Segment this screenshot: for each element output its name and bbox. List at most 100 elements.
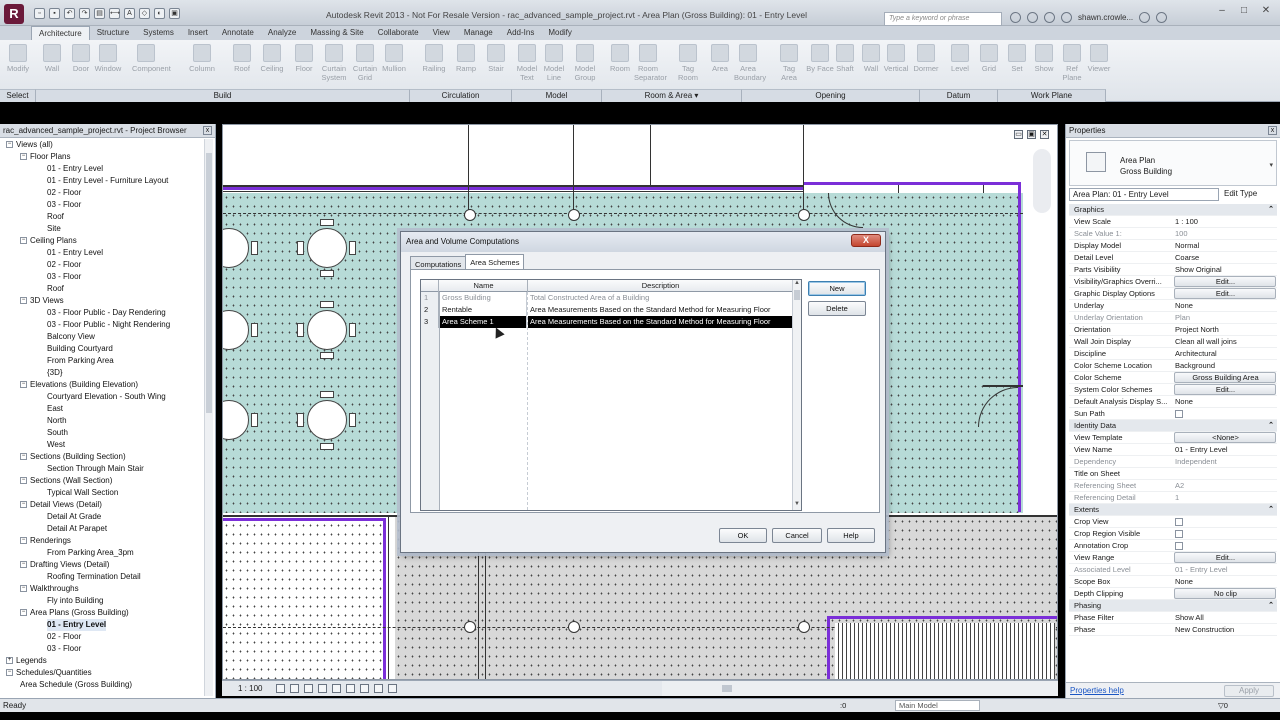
property-edit-button[interactable]: Edit... [1174, 288, 1276, 299]
property-value[interactable]: Clean all wall joins [1174, 336, 1276, 348]
help-search-input[interactable]: Type a keyword or phrase [884, 12, 1002, 26]
property-value[interactable]: 01 - Entry Level [1174, 444, 1276, 456]
tree-node-view[interactable]: North [47, 415, 67, 427]
tab-add-ins[interactable]: Add-Ins [500, 26, 542, 40]
collapse-icon[interactable]: − [20, 453, 27, 461]
property-checkbox[interactable] [1175, 530, 1183, 538]
crop-view-icon[interactable] [332, 684, 341, 693]
tool-model-group-button[interactable]: Model Group [571, 44, 599, 82]
tree-node-view[interactable]: South [47, 427, 68, 439]
tool-room-separator-button[interactable]: Room Separator [634, 44, 667, 82]
tree-node-folder[interactable]: − Ceiling Plans [20, 235, 77, 247]
tree-node-folder[interactable]: − Area Plans (Gross Building) [20, 607, 129, 619]
tree-node-view[interactable]: 03 - Floor [47, 643, 81, 655]
property-value[interactable]: Architectural [1174, 348, 1276, 360]
tab-collaborate[interactable]: Collaborate [371, 26, 426, 40]
scheme-name-cell[interactable]: Area Scheme 1 [440, 316, 527, 328]
save-icon[interactable]: ▪ [49, 8, 60, 19]
visual-style-icon[interactable] [290, 684, 299, 693]
area-boundary-line[interactable] [803, 182, 1018, 185]
collapse-icon[interactable]: − [20, 237, 27, 245]
tool-set-button[interactable]: Set [1003, 44, 1031, 73]
property-value[interactable]: 1 : 100 [1174, 216, 1276, 228]
column-header-name[interactable]: Name [440, 280, 528, 292]
tree-node-view[interactable]: From Parking Area [47, 355, 114, 367]
shadows-icon[interactable] [318, 684, 327, 693]
tree-node-view[interactable]: 03 - Floor [47, 199, 81, 211]
tree-node-view[interactable]: West [47, 439, 65, 451]
tab-manage[interactable]: Manage [457, 26, 500, 40]
tree-node-view[interactable]: 01 - Entry Level - Furniture Layout [47, 175, 168, 187]
property-checkbox[interactable] [1175, 518, 1183, 526]
collapse-icon[interactable]: − [20, 561, 27, 569]
filter-icon[interactable]: ▽0 [1218, 701, 1228, 710]
tool-stair-button[interactable]: Stair [482, 44, 510, 73]
tool-curtain-grid-button[interactable]: Curtain Grid [351, 44, 379, 82]
restore-view-icon[interactable]: ▭ [1014, 130, 1023, 139]
instance-selector[interactable]: Area Plan: 01 - Entry Level [1069, 188, 1219, 201]
property-value[interactable]: None [1174, 300, 1276, 312]
round-table[interactable] [307, 400, 347, 440]
user-icon[interactable] [1061, 12, 1072, 23]
ok-button[interactable]: OK [719, 528, 767, 543]
tree-node-view[interactable]: Roof [47, 283, 64, 295]
detail-level-icon[interactable] [276, 684, 285, 693]
tree-node-view[interactable]: 01 - Entry Level [47, 247, 103, 259]
property-edit-button[interactable]: No clip [1174, 588, 1276, 599]
section-icon[interactable]: ◐ [154, 8, 165, 19]
collapse-icon[interactable]: − [20, 537, 27, 545]
tool-column-button[interactable]: Column [188, 44, 216, 73]
close-icon[interactable]: x [203, 126, 212, 135]
view-scale[interactable]: 1 : 100 [238, 684, 262, 693]
table-row[interactable]: 2 Rentable Area Measurements Based on the … [421, 304, 793, 316]
collapse-icon[interactable]: ⌃ [1268, 504, 1274, 516]
tree-node-view[interactable]: 02 - Floor [47, 631, 81, 643]
area-boundary-line[interactable] [223, 187, 803, 190]
temporary-hide-icon[interactable] [360, 684, 369, 693]
tool-show-button[interactable]: Show [1030, 44, 1058, 73]
tab-modify[interactable]: Modify [541, 26, 579, 40]
tree-node-view[interactable]: From Parking Area_3pm [47, 547, 134, 559]
tree-node-folder[interactable]: − Renderings [20, 535, 71, 547]
tree-node-view[interactable]: Site [47, 223, 61, 235]
tree-node-view[interactable]: 03 - Floor Public - Night Rendering [47, 319, 170, 331]
collapse-icon[interactable]: − [20, 501, 27, 509]
property-group-graphics[interactable]: Graphics ⌃ [1069, 204, 1277, 216]
dropdown-arrow-icon[interactable]: ▾ [1269, 161, 1273, 169]
tool-shaft-button[interactable]: Shaft [831, 44, 859, 73]
tree-node-view[interactable]: 03 - Floor Public - Day Rendering [47, 307, 166, 319]
close-view-icon[interactable]: ✕ [1040, 130, 1049, 139]
tool-mullion-button[interactable]: Mullion [380, 44, 408, 73]
property-edit-button[interactable]: Edit... [1174, 276, 1276, 287]
area-boundary-line[interactable] [827, 616, 830, 679]
property-value[interactable]: None [1174, 396, 1276, 408]
property-edit-button[interactable]: Gross Building Area [1174, 372, 1276, 383]
expand-icon[interactable]: + [6, 657, 13, 665]
tab-architecture[interactable]: Architecture [31, 26, 90, 40]
tool-grid-button[interactable]: Grid [975, 44, 1003, 73]
property-value[interactable]: Project North [1174, 324, 1276, 336]
collapse-icon[interactable]: − [6, 669, 13, 677]
tree-node-folder[interactable]: − Schedules/Quantities [6, 667, 92, 679]
navigation-bar[interactable] [1033, 149, 1051, 213]
tool-tag-area-button[interactable]: Tag Area [775, 44, 803, 82]
scroll-up-icon[interactable]: ▲ [793, 280, 801, 289]
text-icon[interactable]: A [124, 8, 135, 19]
close-window-button[interactable]: ✕ [1256, 4, 1276, 18]
scroll-thumb[interactable] [722, 685, 732, 692]
tool-tag-room-button[interactable]: Tag Room [674, 44, 702, 82]
tool-area-button[interactable]: Area [706, 44, 734, 73]
tree-node-view[interactable]: Roofing Termination Detail [47, 571, 141, 583]
help-icon[interactable] [1156, 12, 1168, 23]
tree-node-view[interactable]: {3D} [47, 367, 63, 379]
tab-analyze[interactable]: Analyze [261, 26, 303, 40]
collapse-icon[interactable]: − [20, 477, 27, 485]
tool-ramp-button[interactable]: Ramp [452, 44, 480, 73]
grid-bubble[interactable] [798, 621, 810, 633]
tree-node-folder[interactable]: − Detail Views (Detail) [20, 499, 102, 511]
print-icon[interactable]: ▤ [94, 8, 105, 19]
collapse-icon[interactable]: − [20, 609, 27, 617]
scroll-down-icon[interactable]: ▼ [793, 501, 801, 510]
sun-path-icon[interactable] [304, 684, 313, 693]
tree-node-view[interactable]: 01 - Entry Level [47, 619, 107, 631]
